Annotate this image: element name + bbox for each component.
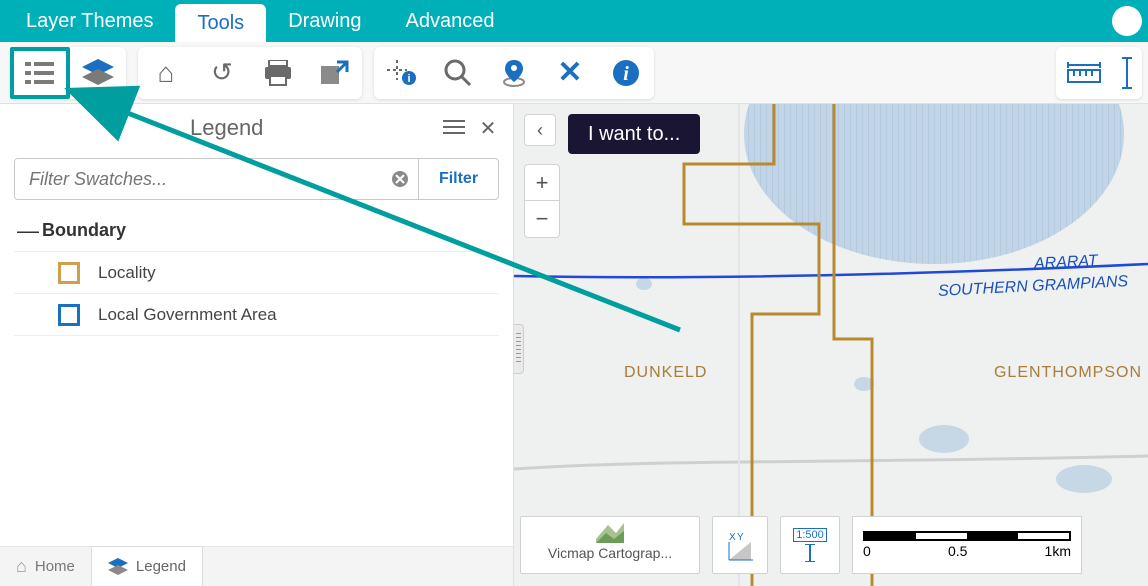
panel-tab-legend[interactable]: Legend — [91, 546, 203, 586]
scale-bar-graphic — [863, 531, 1071, 541]
swatch-lga — [58, 304, 80, 326]
zoom-controls: + − — [524, 164, 560, 238]
menu-lines-icon — [443, 119, 465, 137]
identify-button[interactable]: i — [374, 47, 430, 99]
basemap-label: Vicmap Cartograp... — [548, 545, 672, 561]
panel-tab-label: Home — [35, 558, 75, 575]
scale-bar: 0 0.5 1km — [852, 516, 1082, 574]
xy-icon: XY — [723, 528, 757, 562]
list-icon — [25, 60, 55, 86]
layers-button[interactable] — [70, 47, 126, 99]
refresh-icon: ↺ — [211, 57, 233, 88]
scale-tick-0: 0 — [863, 543, 871, 559]
map-background — [514, 104, 1148, 586]
tab-tools[interactable]: Tools — [175, 4, 266, 42]
svg-text:Y: Y — [737, 532, 744, 543]
export-icon — [319, 60, 349, 86]
collapse-icon[interactable]: — — [14, 218, 42, 244]
legend-item-lga[interactable]: Local Government Area — [14, 294, 499, 336]
legend-group-label: Boundary — [42, 220, 126, 241]
place-label-dunkeld: DUNKELD — [624, 364, 707, 382]
tab-layer-themes[interactable]: Layer Themes — [4, 0, 175, 42]
crosshair-info-icon: i — [387, 60, 417, 86]
zoom-out-button[interactable]: − — [525, 201, 559, 237]
measure-group — [1050, 47, 1148, 99]
filter-row: Filter — [14, 158, 499, 200]
layers-icon — [82, 59, 114, 87]
basemap-picker[interactable]: Vicmap Cartograp... — [520, 516, 700, 574]
tab-drawing[interactable]: Drawing — [266, 0, 383, 42]
panel-tab-home[interactable]: ⌂ Home — [0, 547, 91, 586]
home-button[interactable]: ⌂ — [138, 47, 194, 99]
map-back-button[interactable]: ‹ — [524, 114, 556, 146]
panel-bottom-tabs: ⌂ Home Legend — [0, 546, 513, 586]
tab-bar: Layer Themes Tools Drawing Advanced — [0, 0, 1148, 42]
search-icon — [443, 58, 473, 88]
toolbar: ⌂ ↺ i ✕ i — [0, 42, 1148, 104]
search-button[interactable] — [430, 47, 486, 99]
close-icon: ✕ — [480, 116, 497, 141]
export-button[interactable] — [306, 47, 362, 99]
tab-advanced[interactable]: Advanced — [384, 0, 517, 42]
info-icon: i — [611, 58, 641, 88]
scale-tick-1: 0.5 — [948, 543, 967, 559]
refresh-button[interactable]: ↺ — [194, 47, 250, 99]
svg-text:i: i — [407, 73, 410, 85]
svg-text:X: X — [729, 532, 736, 543]
pin-location-icon — [499, 58, 529, 88]
clear-button[interactable]: ✕ — [542, 47, 598, 99]
map-bottom-controls: Vicmap Cartograp... XY 1:500 0 0.5 1km — [520, 516, 1138, 574]
cursor-icon — [803, 544, 817, 562]
scale-tick-2: 1km — [1045, 543, 1071, 559]
clear-circle-icon — [391, 170, 409, 188]
workspace: Legend ✕ Filter — Boundary Locality — [0, 104, 1148, 586]
legend-toggle-button[interactable] — [10, 47, 70, 99]
panel-menu-button[interactable] — [437, 111, 471, 145]
ruler-vertical-icon — [1120, 56, 1134, 90]
info-button[interactable]: i — [598, 47, 654, 99]
boundary-label-ararat: ARARAT — [1034, 252, 1099, 273]
legend-item-label: Local Government Area — [98, 305, 277, 325]
home-icon: ⌂ — [16, 556, 27, 577]
x-icon: ✕ — [557, 55, 582, 90]
print-button[interactable] — [250, 47, 306, 99]
i-want-to-label: I want to... — [588, 123, 680, 146]
measure-vertical-button[interactable] — [1112, 47, 1142, 99]
help-icon[interactable] — [1112, 6, 1142, 36]
filter-input[interactable] — [15, 159, 382, 199]
panel-header: Legend ✕ — [0, 104, 513, 152]
swatch-locality — [58, 262, 80, 284]
zoom-in-button[interactable]: + — [525, 165, 559, 201]
panel-title: Legend — [190, 115, 263, 141]
legend-item-locality[interactable]: Locality — [14, 252, 499, 294]
clear-filter-button[interactable] — [382, 159, 418, 199]
print-icon — [263, 60, 293, 86]
measure-button[interactable] — [1056, 47, 1112, 99]
svg-text:i: i — [623, 63, 629, 85]
panel-tab-label: Legend — [136, 558, 186, 575]
panel-drag-handle[interactable] — [514, 324, 524, 374]
layers-icon — [108, 558, 128, 576]
xy-tool-button[interactable]: XY — [712, 516, 768, 574]
legend-panel: Legend ✕ Filter — Boundary Locality — [0, 104, 514, 586]
scale-label: 1:500 — [793, 528, 827, 542]
basemap-icon — [596, 521, 624, 543]
chevron-left-icon: ‹ — [537, 120, 543, 141]
scale-input-button[interactable]: 1:500 — [780, 516, 840, 574]
locate-button[interactable] — [486, 47, 542, 99]
home-icon: ⌂ — [158, 57, 175, 89]
legend-item-label: Locality — [98, 263, 156, 283]
filter-button[interactable]: Filter — [418, 159, 498, 199]
legend-group-boundary[interactable]: — Boundary — [14, 210, 499, 252]
map-top-controls: ‹ I want to... — [524, 114, 700, 154]
i-want-to-button[interactable]: I want to... — [568, 114, 700, 154]
place-label-glenthompson: GLENTHOMPSON — [994, 364, 1142, 382]
legend-content: — Boundary Locality Local Government Are… — [0, 210, 513, 546]
panel-close-button[interactable]: ✕ — [471, 111, 505, 145]
ruler-icon — [1066, 60, 1102, 86]
map-canvas[interactable]: ‹ I want to... + − DUNKELD GLENTHOMPSON … — [514, 104, 1148, 586]
